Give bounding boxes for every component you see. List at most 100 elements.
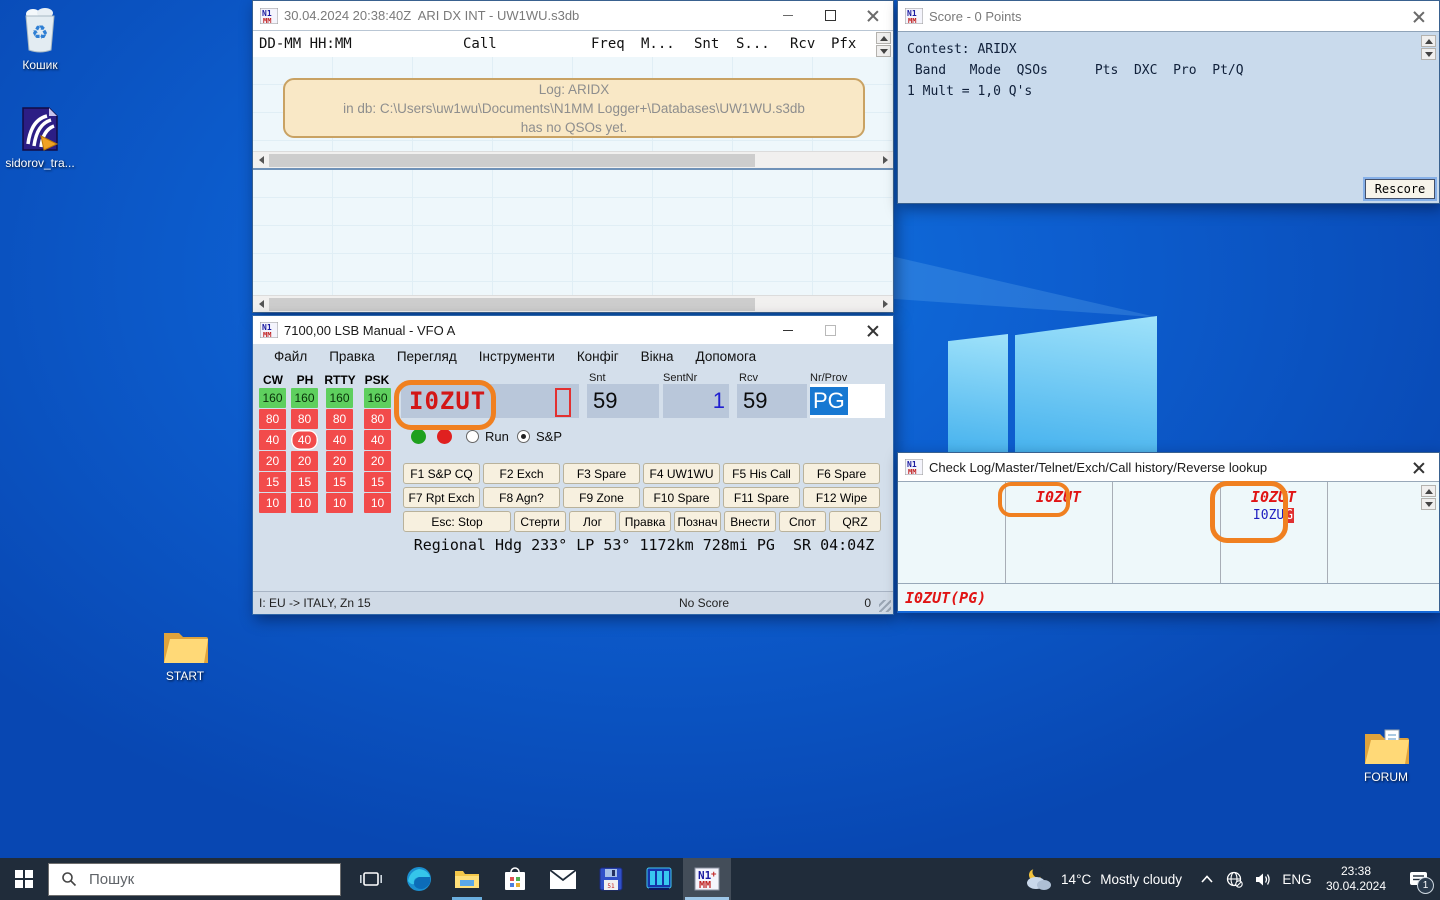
spin-up-icon[interactable] [1421,35,1436,47]
close-icon[interactable] [851,316,893,344]
tray-chevron-button[interactable] [1194,858,1220,900]
close-icon[interactable] [851,1,893,30]
fkey-f4[interactable]: F4 UW1WU [643,463,720,484]
scrollbar-thumb[interactable] [269,298,755,311]
spin-down-icon[interactable] [1421,498,1436,510]
band-button-cw-20[interactable]: 20 [259,451,286,471]
scroll-left-icon[interactable] [253,300,269,308]
scroll-left-icon[interactable] [253,156,269,164]
clock-widget[interactable]: 23:38 30.04.2024 [1316,858,1396,900]
menu-edit[interactable]: Правка [318,346,386,367]
check-spinner[interactable] [1421,485,1436,510]
fkey-f3[interactable]: F3 Spare [563,463,640,484]
close-icon[interactable] [1397,1,1439,31]
desktop-icon-recycle-bin[interactable]: ♻ Кошик [2,6,78,72]
log-window-titlebar[interactable]: N1 MM 30.04.2024 20:38:40Z ARI DX INT - … [253,1,893,30]
fkey-f6[interactable]: F6 Spare [803,463,880,484]
network-tray-button[interactable] [1220,858,1248,900]
band-button-cw-10[interactable]: 10 [259,493,286,513]
score-window-titlebar[interactable]: N1 MM Score - 0 Points [898,1,1439,31]
log-header-spinner[interactable] [876,32,891,57]
sentnr-field[interactable]: 1 [663,384,729,418]
rescore-button[interactable]: Rescore [1365,179,1435,199]
mail-button[interactable] [539,858,587,900]
maximize-icon[interactable] [809,316,851,344]
menu-help[interactable]: Допомога [685,346,768,367]
floppy-app-button[interactable]: 51 [587,858,635,900]
fkey-f9[interactable]: F9 Zone [563,487,640,508]
band-button-rtty-40[interactable]: 40 [326,430,353,450]
band-button-cw-160[interactable]: 160 [259,388,286,408]
maximize-icon[interactable] [809,1,851,30]
band-button-psk-160[interactable]: 160 [364,388,391,408]
minimize-icon[interactable] [767,1,809,30]
band-button-rtty-15[interactable]: 15 [326,472,353,492]
fkey-f5[interactable]: F5 His Call [723,463,800,484]
fkey-f10[interactable]: F10 Spare [643,487,720,508]
store-button[interactable] [491,858,539,900]
file-explorer-button[interactable] [443,858,491,900]
store-button[interactable]: Внести [724,511,776,532]
band-button-cw-15[interactable]: 15 [259,472,286,492]
rcv-field[interactable]: 59 [737,384,807,418]
check-log-match[interactable]: I0ZUT [1005,488,1112,506]
taskbar-search[interactable] [48,863,341,896]
menu-view[interactable]: Перегляд [386,346,468,367]
band-button-rtty-10[interactable]: 10 [326,493,353,513]
menu-file[interactable]: Файл [263,346,318,367]
band-button-psk-20[interactable]: 20 [364,451,391,471]
start-button[interactable] [0,858,48,900]
menu-windows[interactable]: Вікна [630,346,685,367]
desktop-icon-forum-folder[interactable]: FORUM [1348,726,1424,784]
fkey-f7[interactable]: F7 Rpt Exch [403,487,480,508]
search-input[interactable] [87,870,291,889]
weather-widget[interactable]: 14°C Mostly cloudy [1010,858,1194,900]
wipe-button[interactable]: Стерти [514,511,566,532]
desktop-icon-start-folder[interactable]: START [147,625,223,683]
run-radio[interactable] [466,430,479,443]
band-button-ph-160[interactable]: 160 [291,388,318,408]
band-button-ph-80[interactable]: 80 [291,409,318,429]
language-indicator[interactable]: ENG [1278,858,1316,900]
band-button-rtty-160[interactable]: 160 [326,388,353,408]
log-hscrollbar-upper[interactable] [253,151,893,168]
n1mm-taskbar-button[interactable]: N1 + MM [683,858,731,900]
check-partial-match[interactable]: I0ZUG [1220,508,1327,523]
spin-up-icon[interactable] [1421,485,1436,497]
entry-window-titlebar[interactable]: N1 MM 7100,00 LSB Manual - VFO A [253,316,893,344]
commander-app-button[interactable] [635,858,683,900]
menu-tools[interactable]: Інструменти [468,346,566,367]
band-button-rtty-80[interactable]: 80 [326,409,353,429]
fkey-f1[interactable]: F1 S&P CQ [403,463,480,484]
log-button[interactable]: Лог [569,511,616,532]
menu-config[interactable]: Конфіг [566,346,630,367]
band-button-psk-15[interactable]: 15 [364,472,391,492]
snt-field[interactable]: 59 [587,384,659,418]
close-icon[interactable] [1397,453,1439,481]
score-spinner[interactable] [1421,35,1436,60]
fkey-f8[interactable]: F8 Agn? [483,487,560,508]
check-window-titlebar[interactable]: N1 MM Check Log/Master/Telnet/Exch/Call … [898,453,1439,481]
spin-up-icon[interactable] [876,32,891,44]
spot-button[interactable]: Спот [779,511,826,532]
band-button-psk-10[interactable]: 10 [364,493,391,513]
log-hscrollbar-lower[interactable] [253,295,893,312]
spin-down-icon[interactable] [1421,48,1436,60]
check-master-match[interactable]: I0ZUT [1220,488,1327,506]
fkey-f11[interactable]: F11 Spare [723,487,800,508]
fkey-f2[interactable]: F2 Exch [483,463,560,484]
spin-down-icon[interactable] [876,45,891,57]
esc-stop-button[interactable]: Esc: Stop [403,511,511,532]
scroll-right-icon[interactable] [877,300,893,308]
nrprov-field[interactable]: PG [810,384,885,418]
band-button-ph-40-selected[interactable]: 40 [291,430,318,450]
task-view-button[interactable] [347,858,395,900]
edit-button[interactable]: Правка [619,511,671,532]
band-button-cw-40[interactable]: 40 [259,430,286,450]
band-button-psk-80[interactable]: 80 [364,409,391,429]
band-button-ph-10[interactable]: 10 [291,493,318,513]
scroll-right-icon[interactable] [877,156,893,164]
resize-grip[interactable] [879,600,891,612]
fkey-f12[interactable]: F12 Wipe [803,487,880,508]
band-button-cw-80[interactable]: 80 [259,409,286,429]
